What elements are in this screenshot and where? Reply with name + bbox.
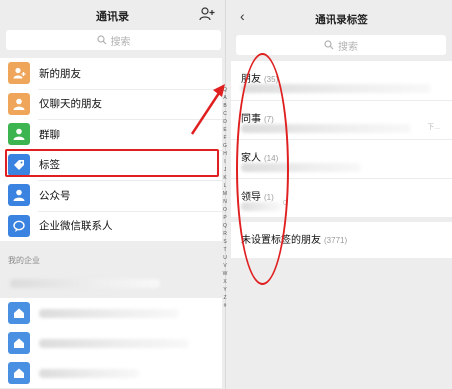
index-letter[interactable]: G (221, 142, 229, 150)
tags-search-input[interactable]: 搜索 (236, 35, 446, 55)
tags-highlight-box (5, 149, 219, 177)
index-letter[interactable]: L (221, 182, 229, 190)
untagged-count: (3771) (324, 236, 348, 245)
blurred-text (39, 338, 189, 348)
index-letter[interactable]: M (221, 190, 229, 198)
index-letter[interactable]: W (221, 270, 229, 278)
index-letter[interactable]: H (221, 150, 229, 158)
chat-only-friends-item[interactable]: 仅聊天的朋友 (0, 88, 222, 120)
index-letter[interactable]: D (221, 118, 229, 126)
group-chats-item[interactable]: 群聊 (0, 119, 222, 150)
new-friends-item[interactable]: 新的朋友 (0, 58, 222, 89)
index-letter[interactable]: I (221, 158, 229, 166)
index-letter[interactable]: Y (221, 286, 229, 294)
index-letter[interactable]: U (221, 254, 229, 262)
search-placeholder: 搜索 (338, 41, 358, 53)
enterprise-row[interactable] (0, 298, 222, 328)
screen: 通讯录 搜索 新的朋友 仅聊天的朋友 群聊 标签 公众号 企业微信联系人 我的企… (0, 0, 452, 389)
index-letter[interactable]: S (221, 238, 229, 246)
contacts-panel: 通讯录 搜索 新的朋友 仅聊天的朋友 群聊 标签 公众号 企业微信联系人 我的企… (0, 0, 229, 389)
blurred-text (39, 368, 139, 378)
index-letter[interactable]: E (221, 126, 229, 134)
item-label: 新的朋友 (39, 67, 81, 80)
enterprise-row[interactable] (0, 328, 222, 358)
official-account-icon (8, 184, 30, 207)
add-user-icon (8, 62, 30, 85)
index-letter[interactable]: J (221, 166, 229, 174)
contacts-title: 通讯录 (96, 11, 129, 23)
index-letter[interactable]: A (221, 94, 229, 102)
alphabet-index-bar[interactable]: Q A B C D E F G H I J K L M N O P Q R S T U V W X Y Z # (221, 86, 229, 310)
search-icon (96, 35, 106, 45)
home-icon (8, 332, 30, 354)
index-letter[interactable]: N (221, 198, 229, 206)
search-placeholder: 搜索 (110, 36, 131, 48)
enterprise-row[interactable] (0, 358, 222, 388)
enterprise-row[interactable] (0, 268, 222, 298)
item-label: 公众号 (39, 189, 71, 202)
index-letter[interactable]: C (221, 110, 229, 118)
item-label: 仅聊天的朋友 (39, 98, 102, 111)
index-letter[interactable]: P (221, 214, 229, 222)
home-icon (8, 302, 30, 324)
index-letter[interactable]: Z (221, 294, 229, 302)
index-letter[interactable]: F (221, 134, 229, 142)
index-letter[interactable]: R (221, 230, 229, 238)
contacts-header: 通讯录 (0, 0, 225, 30)
person-icon (8, 92, 30, 115)
home-icon (8, 362, 30, 384)
index-letter[interactable]: X (221, 278, 229, 286)
blurred-text (39, 308, 179, 318)
enterprise-contacts-item[interactable]: 企业微信联系人 (0, 210, 222, 242)
blurred-text (10, 278, 160, 288)
official-accounts-item[interactable]: 公众号 (0, 180, 222, 211)
tags-page-title: 通讯录标签 (315, 14, 368, 26)
tags-highlight-oval (236, 53, 289, 285)
index-letter[interactable]: B (221, 102, 229, 110)
index-letter[interactable]: T (221, 246, 229, 254)
group-icon (8, 123, 30, 146)
tag-members-more: 下... (427, 124, 440, 131)
index-letter[interactable]: # (221, 302, 229, 310)
item-label: 群聊 (39, 128, 60, 141)
index-letter[interactable]: V (221, 262, 229, 270)
contacts-search-input[interactable]: 搜索 (6, 30, 221, 50)
add-contact-icon[interactable] (199, 7, 215, 21)
search-icon (324, 40, 334, 50)
index-letter[interactable]: Q (221, 222, 229, 230)
item-label: 企业微信联系人 (39, 220, 113, 233)
my-enterprise-section-title: 我的企业 (8, 256, 40, 265)
index-letter[interactable]: O (221, 206, 229, 214)
index-letter[interactable]: Q (221, 86, 229, 94)
index-letter[interactable]: K (221, 174, 229, 182)
enterprise-contact-icon (8, 214, 30, 237)
